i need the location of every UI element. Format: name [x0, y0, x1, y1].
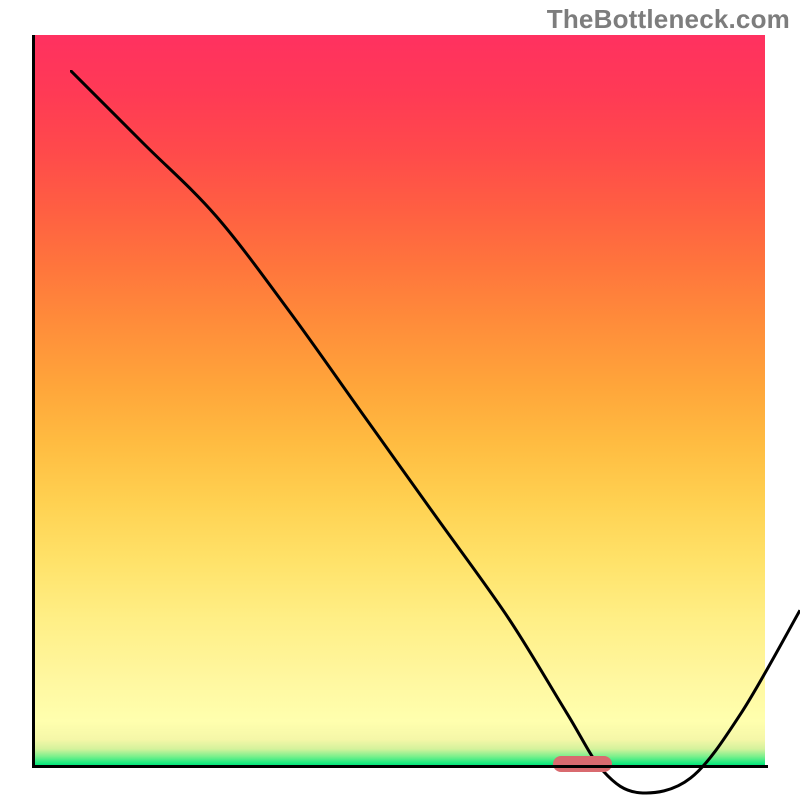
y-axis-line — [32, 35, 35, 768]
curve-path — [70, 70, 800, 793]
chart-frame: TheBottleneck.com — [0, 0, 800, 800]
plot-area — [35, 35, 765, 765]
optimum-marker-pill — [553, 756, 611, 772]
watermark-text: TheBottleneck.com — [547, 4, 790, 35]
x-axis-line — [32, 765, 768, 768]
bottleneck-curve — [70, 70, 800, 800]
